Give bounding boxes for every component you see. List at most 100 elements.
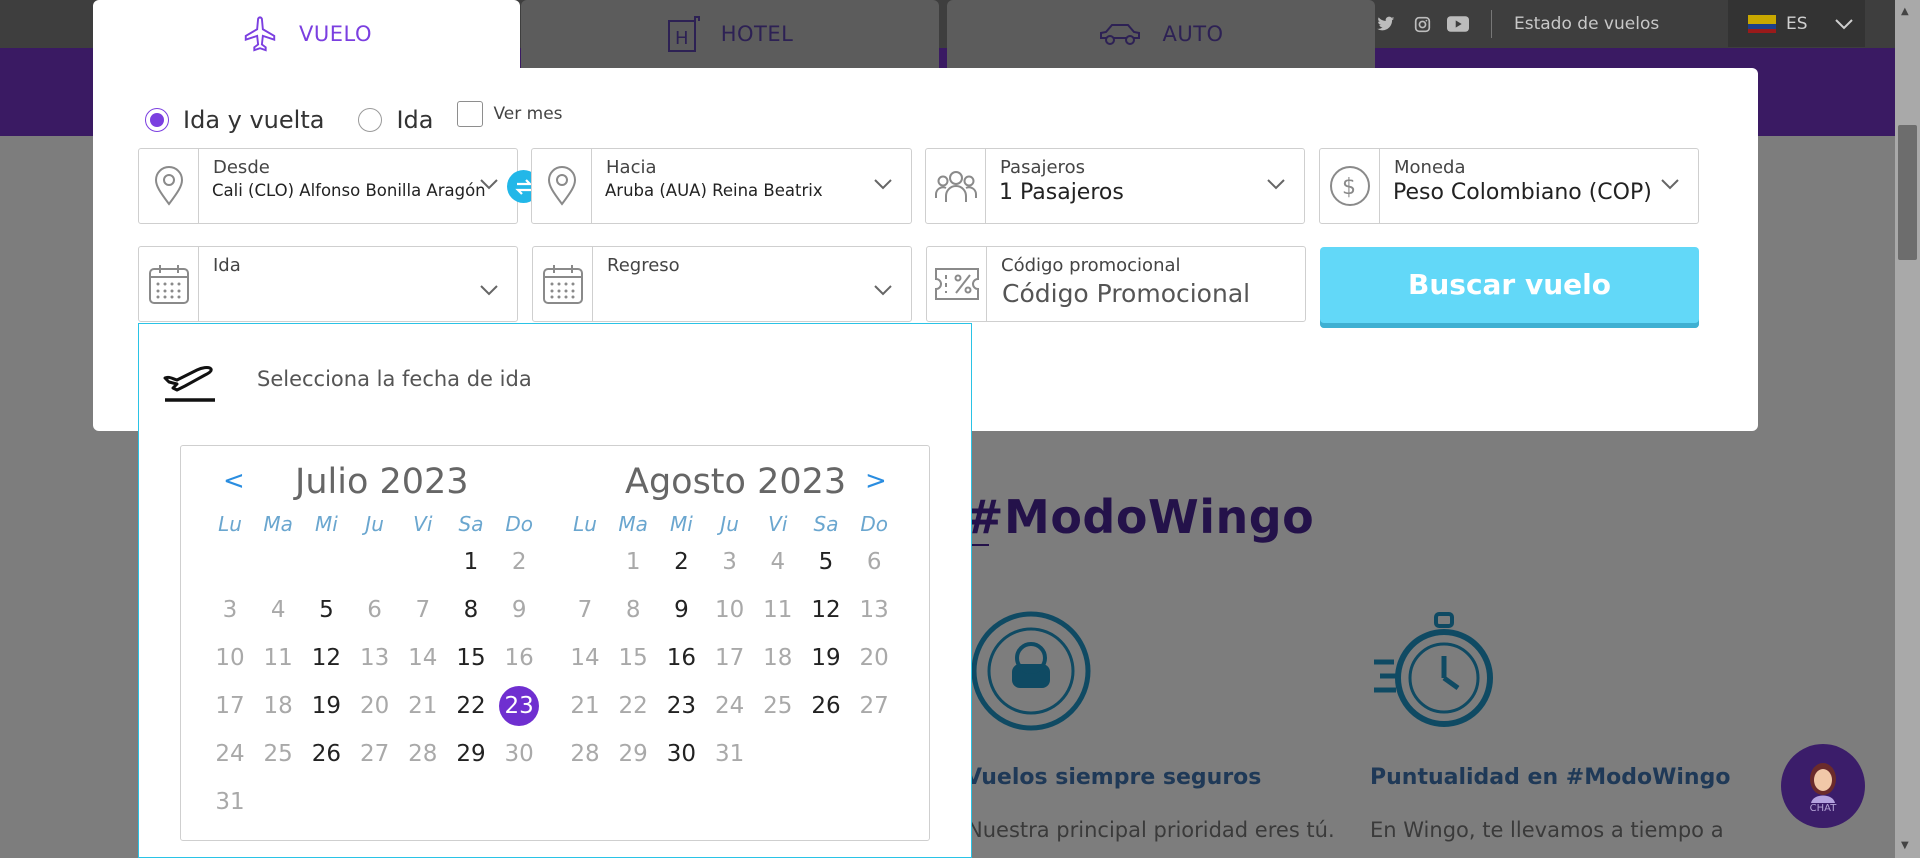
instagram-icon[interactable] [1411, 14, 1433, 34]
date-picker-header: Selecciona la fecha de ida [161, 354, 532, 404]
round-trip-label[interactable]: Ida y vuelta [183, 106, 324, 134]
svg-text:$: $ [1342, 175, 1356, 200]
calendar: < > Julio 2023 Lu Ma Mi Ju Vi Sa Do 1 2 3 4 5 6 7 8 9 10 1… [180, 445, 930, 841]
calendar-day[interactable]: 12 [306, 638, 346, 678]
scroll-down-icon[interactable]: ▼ [1901, 840, 1909, 851]
calendar-day: 3 [722, 549, 737, 575]
return-icon-cell [533, 247, 593, 321]
calendar-day[interactable]: 5 [806, 542, 846, 582]
calendar-day: 13 [359, 645, 390, 671]
calendar-day[interactable]: 8 [451, 590, 491, 630]
calendar-day: 14 [570, 645, 600, 671]
calendar-day: 25 [763, 693, 793, 719]
language-selector[interactable]: ES [1728, 0, 1865, 47]
weekday-label: Ma [263, 512, 293, 536]
calendar-day[interactable]: 26 [306, 734, 346, 774]
prev-month-button[interactable]: < [223, 466, 245, 496]
calendar-day[interactable]: 9 [661, 590, 701, 630]
one-way-radio[interactable] [358, 108, 383, 132]
weekday-label: Do [505, 512, 533, 536]
currency-icon-cell: $ [1320, 149, 1380, 223]
calendar-day: 11 [763, 597, 793, 623]
feature-text: Nuestra principal prioridad eres tú. [967, 818, 1335, 842]
currency-value: Peso Colombiano (COP) [1393, 180, 1652, 205]
calendar-day[interactable]: 12 [806, 590, 846, 630]
calendar-day: 31 [714, 741, 745, 767]
airplane-icon [244, 16, 276, 52]
tab-vuelo[interactable]: VUELO [93, 0, 520, 68]
weekday-label: Do [860, 512, 888, 536]
return-label: Regreso [607, 255, 680, 276]
calendar-day: 10 [714, 597, 745, 623]
calendar-day: 15 [618, 645, 648, 671]
calendar-day: 6 [367, 597, 382, 623]
passengers-value: 1 Pasajeros [999, 180, 1124, 205]
promo-code-field[interactable]: Código promocional [926, 246, 1306, 322]
return-date-field[interactable]: Regreso [532, 246, 912, 322]
youtube-icon[interactable] [1447, 14, 1469, 34]
calendar-day: 17 [215, 693, 245, 719]
next-month-button[interactable]: > [865, 466, 887, 496]
promo-icon-cell [927, 247, 987, 321]
weekday-label: Mi [669, 512, 693, 536]
calendar-day: 27 [359, 741, 390, 767]
chevron-down-icon [1661, 179, 1679, 190]
chat-avatar-icon [1810, 762, 1836, 803]
scroll-up-icon[interactable]: ▲ [1901, 6, 1909, 17]
passengers-field[interactable]: Pasajeros 1 Pasajeros [925, 148, 1305, 224]
calendar-day: 20 [359, 693, 390, 719]
calendar-day[interactable]: 16 [661, 638, 701, 678]
round-trip-radio[interactable] [145, 108, 169, 132]
calendar-day[interactable]: 5 [306, 590, 346, 630]
scrollbar-thumb[interactable] [1898, 125, 1917, 260]
departure-date-field[interactable]: Ida [138, 246, 518, 322]
calendar-day[interactable]: 19 [806, 638, 846, 678]
calendar-day: 13 [859, 597, 889, 623]
calendar-day[interactable]: 26 [806, 686, 846, 726]
weekday-label: Ma [618, 512, 648, 536]
destination-field[interactable]: Hacia Aruba (AUA) Reina Beatrix [531, 148, 912, 224]
calendar-day[interactable]: 1 [451, 542, 491, 582]
calendar-day: 22 [618, 693, 648, 719]
tab-auto[interactable]: AUTO [947, 0, 1375, 68]
calendar-day[interactable]: 22 [451, 686, 491, 726]
tab-label: HOTEL [720, 22, 794, 46]
language-code: ES [1786, 13, 1808, 34]
calendar-day-selected[interactable]: 23 [499, 686, 540, 726]
see-month-label[interactable]: Ver mes [493, 104, 562, 124]
chevron-down-icon [480, 285, 498, 296]
weekday-label: Ju [720, 512, 739, 536]
see-month-checkbox[interactable] [457, 101, 484, 127]
search-flight-button[interactable]: Buscar vuelo [1320, 247, 1699, 328]
chevron-down-icon [1267, 179, 1285, 190]
feature-title: Puntualidad en #ModoWingo [1370, 765, 1731, 790]
calendar-day[interactable]: 2 [661, 542, 701, 582]
chevron-down-icon [874, 285, 892, 296]
calendar-day: 11 [263, 645, 293, 671]
tab-label: VUELO [299, 22, 372, 46]
origin-field[interactable]: Desde Cali (CLO) Alfonso Bonilla Aragón [138, 148, 518, 224]
weekday-label: Sa [813, 512, 839, 536]
stopwatch-icon [1370, 610, 1500, 739]
weekday-label: Lu [573, 512, 597, 536]
calendar-day[interactable]: 19 [306, 686, 346, 726]
background-headline: #ModoWingo [965, 490, 1315, 544]
calendar-day[interactable]: 15 [451, 638, 491, 678]
calendar-day[interactable]: 23 [661, 686, 701, 726]
destination-label: Hacia [606, 157, 657, 178]
promo-code-input[interactable] [1002, 279, 1302, 308]
one-way-label[interactable]: Ida [396, 106, 433, 134]
tab-hotel[interactable]: H HOTEL [521, 0, 939, 68]
currency-field[interactable]: $ Moneda Peso Colombiano (COP) [1319, 148, 1699, 224]
top-links: Estado de vuelos [1375, 0, 1659, 48]
flight-status-link[interactable]: Estado de vuelos [1514, 14, 1659, 34]
calendar-day: 25 [263, 741, 293, 767]
calendar-icon [148, 265, 189, 304]
calendar-day: 24 [714, 693, 745, 719]
chat-button[interactable]: CHAT [1781, 744, 1865, 828]
calendar-day[interactable]: 30 [661, 734, 701, 774]
calendar-day[interactable]: 29 [451, 734, 491, 774]
destination-icon-cell [532, 149, 592, 223]
calendar-day: 2 [511, 549, 527, 575]
twitter-icon[interactable] [1375, 14, 1397, 34]
